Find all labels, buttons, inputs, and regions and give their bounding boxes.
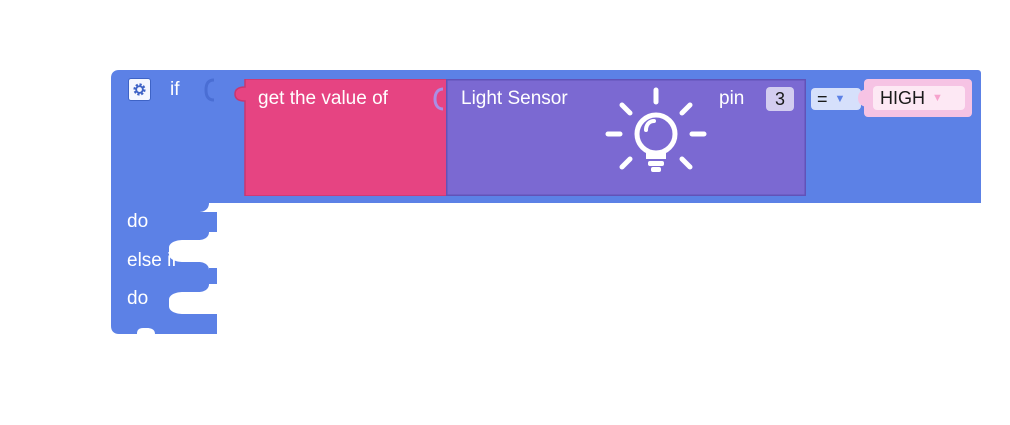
chevron-down-icon: ▼ [932,92,943,104]
pin-number-field[interactable]: 3 [766,87,794,111]
else-if-label: else if [127,250,177,271]
chevron-down-icon: ▼ [834,93,846,105]
sensor-name-label: Light Sensor [461,88,568,109]
lightbulb-icon [605,87,707,172]
pin-label: pin [719,88,745,109]
operator-dropdown[interactable]: = ▼ [811,88,861,110]
high-value: HIGH [880,87,925,108]
operator-value: = [817,88,828,109]
do-label: do [127,211,149,232]
gear-icon[interactable] [128,78,151,101]
if-label: if [170,79,180,100]
value-output-tab [858,89,869,107]
high-low-dropdown[interactable]: HIGH ▼ [873,86,965,110]
condition-input-notch [204,78,215,102]
do-label-2: do [127,288,149,309]
get-value-label: get the value of [258,88,388,109]
